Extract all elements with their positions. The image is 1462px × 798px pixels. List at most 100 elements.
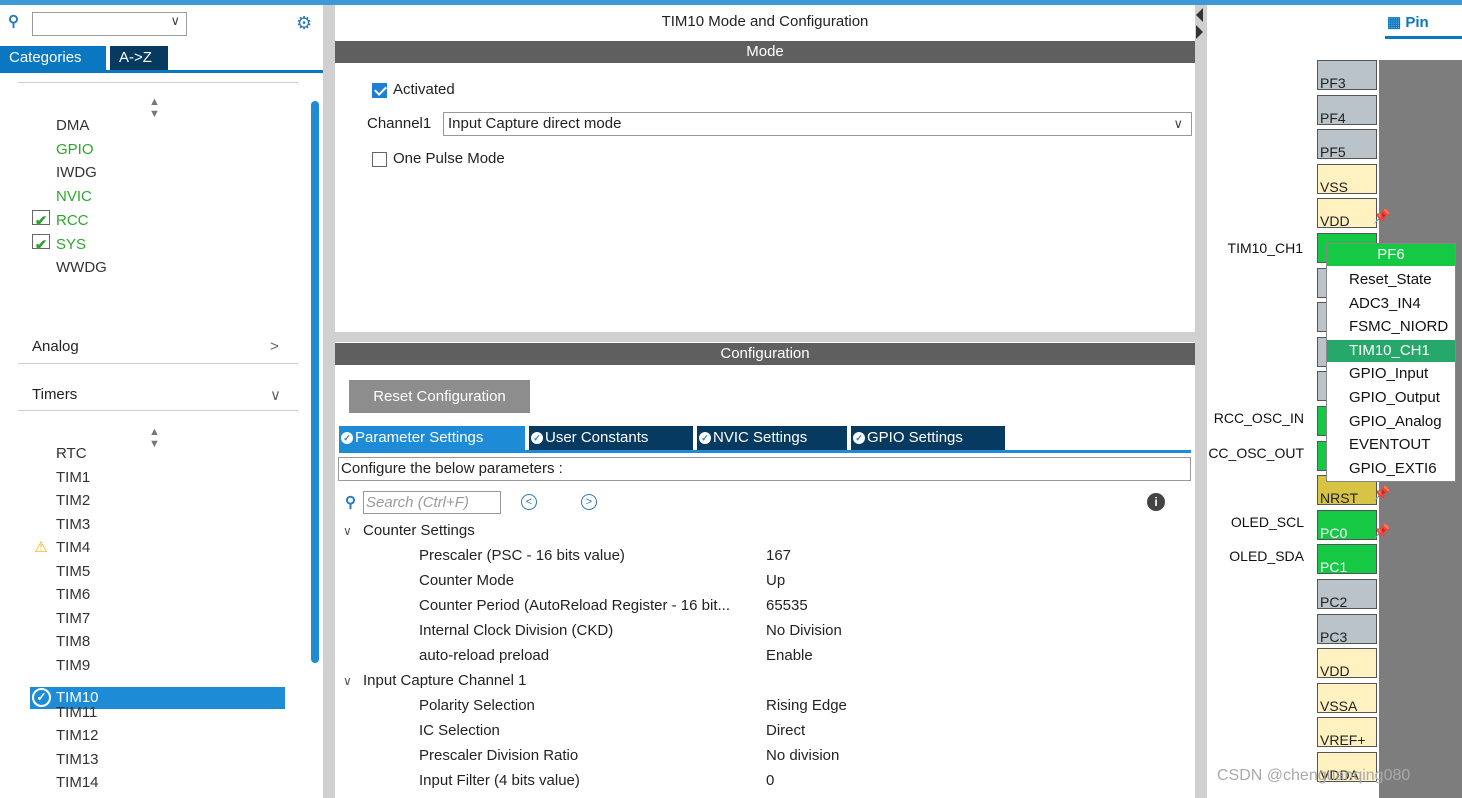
tab-user-constants[interactable]: ✓ User Constants	[529, 426, 693, 450]
pin[interactable]: PF4	[1317, 94, 1377, 126]
pin[interactable]: PF5	[1317, 129, 1377, 160]
sidebar-item-nvic[interactable]: NVIC	[56, 186, 92, 208]
sidebar-item-tim6[interactable]: TIM6	[56, 584, 90, 606]
parameter-value[interactable]: 167	[766, 547, 791, 564]
pin-menu-item[interactable]: GPIO_Analog	[1327, 411, 1455, 433]
parameter-value[interactable]: Enable	[766, 647, 813, 664]
sort-indicator-icon[interactable]: ▲ ▼	[149, 426, 160, 450]
check-circle-icon: ✓	[32, 688, 51, 707]
pin[interactable]: VSS	[1317, 163, 1377, 195]
parameter-value[interactable]: Up	[766, 572, 785, 589]
pin-menu-item[interactable]: EVENTOUT	[1327, 434, 1455, 456]
sidebar-item-wwdg[interactable]: WWDG	[56, 257, 107, 279]
collapse-left-icon[interactable]	[1196, 8, 1203, 22]
chevron-down-icon[interactable]: ∨	[343, 674, 363, 688]
reset-configuration-button[interactable]: Reset Configuration	[349, 380, 530, 413]
parameter-value[interactable]: 0	[766, 772, 774, 789]
sidebar-item-tim8[interactable]: TIM8	[56, 631, 90, 653]
sidebar-item-tim14[interactable]: TIM14	[56, 772, 99, 794]
pin[interactable]: VDD	[1317, 198, 1377, 229]
activated-row[interactable]: Activated	[372, 81, 455, 98]
parameter-name: Counter Mode	[419, 572, 515, 589]
sidebar-item-tim2[interactable]: TIM2	[56, 490, 90, 512]
pin-menu-item[interactable]: GPIO_Output	[1327, 387, 1455, 409]
pin[interactable]: PC2	[1317, 579, 1377, 610]
pin[interactable]: VDD	[1317, 648, 1377, 679]
check-circle-icon: ✓	[341, 432, 353, 444]
sidebar-item-tim9[interactable]: TIM9	[56, 655, 90, 677]
sidebar-item-tim5[interactable]: TIM5	[56, 561, 90, 583]
category-timers[interactable]: Timers ∨	[32, 386, 281, 404]
tab-parameter-settings[interactable]: ✓ Parameter Settings	[339, 426, 525, 450]
sort-indicator-icon[interactable]: ▲ ▼	[149, 96, 160, 120]
tab-nvic-settings[interactable]: ✓ NVIC Settings	[697, 426, 847, 450]
sidebar-item-gpio[interactable]: GPIO	[56, 139, 94, 161]
parameter-search-input[interactable]: Search (Ctrl+F)	[363, 491, 501, 514]
pin-menu-item[interactable]: GPIO_EXTI6	[1327, 458, 1455, 480]
chevron-down-icon[interactable]: ∨	[343, 524, 363, 538]
pin[interactable]: PC3	[1317, 613, 1377, 645]
pin-menu-item[interactable]: ADC3_IN4	[1327, 293, 1455, 315]
sidebar-item-rcc[interactable]: ✔ RCC	[32, 209, 89, 232]
parameter-value[interactable]: 65535	[766, 597, 808, 614]
sidebar-item-dma[interactable]: DMA	[56, 115, 89, 137]
chip-icon: ▦	[1387, 14, 1402, 31]
chevron-down-icon[interactable]: ∨	[1173, 113, 1183, 135]
parameter-group-label: Counter Settings	[363, 522, 475, 539]
sidebar-item-rtc[interactable]: RTC	[56, 443, 87, 465]
sidebar-item-tim11[interactable]: TIM11	[56, 702, 97, 724]
sidebar-item-label: TIM7	[56, 609, 91, 627]
expand-right-icon[interactable]	[1196, 25, 1203, 39]
category-analog[interactable]: Analog >	[32, 338, 279, 355]
pin-menu-item[interactable]: TIM10_CH1	[1327, 339, 1455, 362]
tab-pinout-view[interactable]: ▦ Pin	[1387, 13, 1462, 31]
sidebar-item-tim4[interactable]: ⚠ TIM4	[34, 537, 90, 559]
parameter-group[interactable]: ∨ Input Capture Channel 1	[343, 672, 526, 689]
panel-splitter-left[interactable]	[323, 5, 335, 798]
tab-categories[interactable]: Categories	[0, 46, 106, 70]
parameter-value[interactable]: No Division	[766, 622, 842, 639]
search-icon[interactable]: ⚲	[8, 12, 24, 30]
chevron-down-icon[interactable]: ∨	[170, 13, 180, 29]
tab-a-z[interactable]: A->Z	[110, 46, 168, 70]
sidebar-item-tim3[interactable]: TIM3	[56, 514, 90, 536]
divider	[18, 363, 298, 364]
search-prev-icon[interactable]: <	[521, 494, 537, 510]
mode-config-panel: TIM10 Mode and Configuration Mode Activa…	[335, 5, 1195, 798]
tab-gpio-settings[interactable]: ✓ GPIO Settings	[851, 426, 1005, 450]
pin-menu-item[interactable]: GPIO_Input	[1327, 363, 1455, 385]
one-pulse-row[interactable]: One Pulse Mode	[372, 150, 505, 167]
search-combo[interactable]: ∨	[32, 12, 187, 36]
parameter-value[interactable]: No division	[766, 747, 839, 764]
sidebar-item-tim13[interactable]: TIM13	[56, 749, 99, 771]
left-scrollbar[interactable]	[311, 101, 319, 663]
pin-function-menu: PF6 Reset_State ADC3_IN4 FSMC_NIORD TIM10_C…	[1326, 243, 1456, 482]
info-icon[interactable]: i	[1147, 493, 1165, 511]
pin[interactable]: VREF+	[1317, 717, 1377, 748]
panel-splitter-right[interactable]	[1195, 5, 1207, 798]
parameter-value[interactable]: Rising Edge	[766, 697, 847, 714]
activated-checkbox[interactable]	[372, 82, 387, 98]
sidebar-item-tim1[interactable]: TIM1	[56, 467, 90, 489]
configure-hint: Configure the below parameters :	[338, 457, 1191, 481]
pinout-tab-label: Pin	[1405, 14, 1429, 31]
pin-menu-item[interactable]: FSMC_NIORD	[1327, 316, 1455, 338]
pin[interactable]: PC0	[1317, 509, 1377, 541]
sidebar-item-label: NVIC	[56, 188, 92, 206]
channel1-select[interactable]: Input Capture direct mode ∨	[443, 112, 1192, 136]
pin[interactable]: PC1	[1317, 544, 1377, 575]
gear-icon[interactable]: ⚙	[296, 13, 312, 34]
sidebar-item-tim12[interactable]: TIM12	[56, 725, 99, 747]
search-next-icon[interactable]: >	[581, 494, 597, 510]
parameter-group[interactable]: ∨ Counter Settings	[343, 522, 475, 539]
section-splitter[interactable]	[335, 332, 1195, 342]
parameter-value[interactable]: Direct	[766, 722, 805, 739]
pin-menu-item[interactable]: Reset_State	[1327, 269, 1455, 291]
sidebar-item-iwdg[interactable]: IWDG	[56, 162, 97, 184]
pin[interactable]: VSSA	[1317, 682, 1377, 714]
sidebar-item-tim7[interactable]: TIM7	[56, 608, 90, 630]
one-pulse-checkbox[interactable]	[372, 151, 387, 167]
pin[interactable]: PF3	[1317, 60, 1377, 91]
sidebar-item-sys[interactable]: ✔ SYS	[32, 233, 86, 256]
sidebar-item-label: GPIO	[56, 140, 94, 158]
